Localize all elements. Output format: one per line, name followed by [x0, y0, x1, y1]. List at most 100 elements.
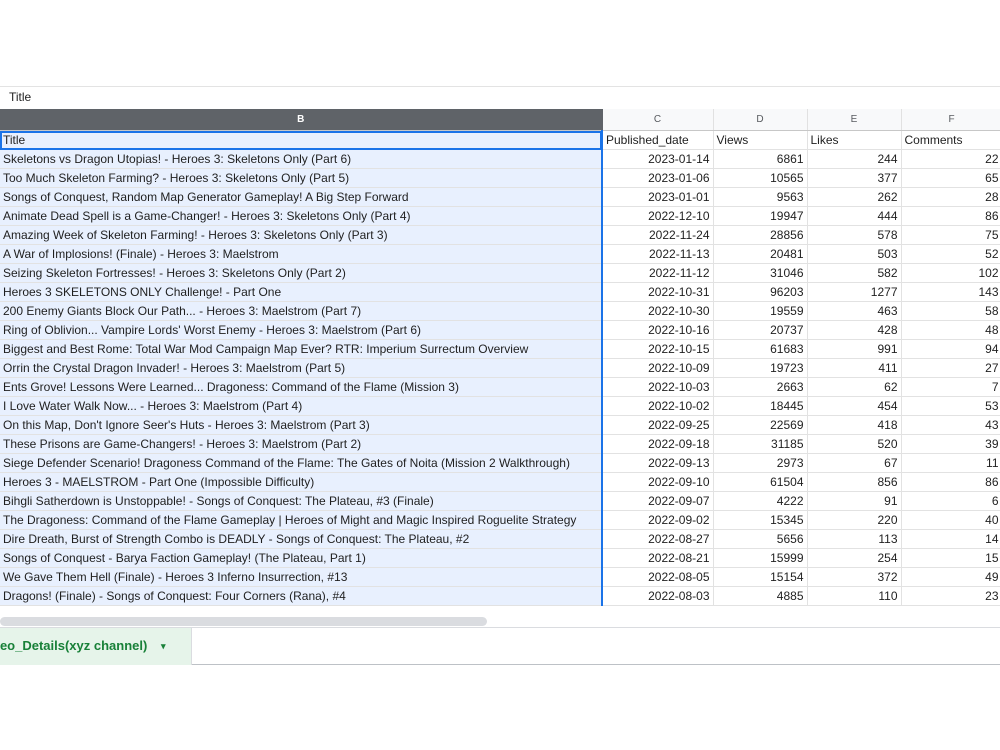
cell-likes[interactable]: 856 [807, 472, 902, 492]
sheet-grid[interactable]: B C D E F Title Published_date Views Lik… [0, 109, 1000, 617]
cell-title[interactable]: I Love Water Walk Now... - Heroes 3: Mae… [0, 396, 603, 416]
cell-published-date[interactable]: 2022-09-10 [602, 472, 714, 492]
cell-comments[interactable]: 22 [901, 149, 1000, 169]
cell-title[interactable]: Dragons! (Finale) - Songs of Conquest: F… [0, 586, 603, 606]
cell-likes[interactable]: 454 [807, 396, 902, 416]
cell-likes[interactable]: 91 [807, 491, 902, 511]
cell-published-date[interactable]: 2022-09-07 [602, 491, 714, 511]
cell-title[interactable]: Ents Grove! Lessons Were Learned... Drag… [0, 377, 603, 397]
cell-comments[interactable]: 143 [901, 282, 1000, 302]
formula-bar-value[interactable]: Title [9, 90, 31, 104]
cell-comments[interactable]: 23 [901, 586, 1000, 606]
horizontal-scrollbar[interactable] [0, 617, 487, 626]
cell-likes[interactable]: 578 [807, 225, 902, 245]
cell-likes[interactable]: 110 [807, 586, 902, 606]
cell-views[interactable]: 2973 [713, 453, 808, 473]
dropdown-caret-icon[interactable]: ▾ [161, 641, 166, 652]
cell-views[interactable]: 9563 [713, 187, 808, 207]
cell-title[interactable]: Bihgli Satherdown is Unstoppable! - Song… [0, 491, 603, 511]
cell-comments[interactable]: 53 [901, 396, 1000, 416]
cell-published-date[interactable]: 2022-10-30 [602, 301, 714, 321]
cell-comments[interactable]: 86 [901, 206, 1000, 226]
cell-views[interactable]: 61504 [713, 472, 808, 492]
cell-published-date[interactable]: 2022-08-21 [602, 548, 714, 568]
cell-comments[interactable]: 65 [901, 168, 1000, 188]
column-header-f[interactable]: F [901, 109, 1000, 131]
sheet-tab-video-details[interactable]: deo_Details(xyz channel) ▾ [0, 628, 192, 665]
cell-comments[interactable]: 52 [901, 244, 1000, 264]
cell-comments[interactable]: 75 [901, 225, 1000, 245]
cell-title[interactable]: 200 Enemy Giants Block Our Path... - Her… [0, 301, 603, 321]
cell-likes[interactable]: 62 [807, 377, 902, 397]
cell-published-date[interactable]: 2022-08-27 [602, 529, 714, 549]
cell-comments[interactable]: 49 [901, 567, 1000, 587]
cell-title[interactable]: Dire Dreath, Burst of Strength Combo is … [0, 529, 603, 549]
cell-title[interactable]: Biggest and Best Rome: Total War Mod Cam… [0, 339, 603, 359]
cell-published-date[interactable]: 2022-10-09 [602, 358, 714, 378]
cell-views[interactable]: 15345 [713, 510, 808, 530]
cell-likes[interactable]: 520 [807, 434, 902, 454]
cell-title[interactable]: Siege Defender Scenario! Dragoness Comma… [0, 453, 603, 473]
cell-views[interactable]: 96203 [713, 282, 808, 302]
cell-published-date[interactable]: 2023-01-01 [602, 187, 714, 207]
cell-comments[interactable]: 28 [901, 187, 1000, 207]
cell-likes[interactable]: 262 [807, 187, 902, 207]
cell-title[interactable]: Seizing Skeleton Fortresses! - Heroes 3:… [0, 263, 603, 283]
cell-title[interactable]: Songs of Conquest, Random Map Generator … [0, 187, 603, 207]
cell-published-date[interactable]: 2022-10-31 [602, 282, 714, 302]
cell-views[interactable]: 31185 [713, 434, 808, 454]
cell-likes[interactable]: 377 [807, 168, 902, 188]
header-cell-likes[interactable]: Likes [807, 130, 902, 150]
cell-likes[interactable]: 444 [807, 206, 902, 226]
cell-published-date[interactable]: 2022-09-18 [602, 434, 714, 454]
cell-comments[interactable]: 6 [901, 491, 1000, 511]
cell-views[interactable]: 2663 [713, 377, 808, 397]
cell-views[interactable]: 20737 [713, 320, 808, 340]
cell-published-date[interactable]: 2022-10-15 [602, 339, 714, 359]
cell-title[interactable]: The Dragoness: Command of the Flame Game… [0, 510, 603, 530]
cell-comments[interactable]: 27 [901, 358, 1000, 378]
cell-published-date[interactable]: 2022-11-12 [602, 263, 714, 283]
cell-views[interactable]: 28856 [713, 225, 808, 245]
cell-published-date[interactable]: 2022-09-02 [602, 510, 714, 530]
cell-published-date[interactable]: 2022-11-24 [602, 225, 714, 245]
cell-published-date[interactable]: 2022-10-16 [602, 320, 714, 340]
cell-title[interactable]: A War of Implosions! (Finale) - Heroes 3… [0, 244, 603, 264]
cell-views[interactable]: 18445 [713, 396, 808, 416]
cell-published-date[interactable]: 2022-08-03 [602, 586, 714, 606]
cell-title[interactable]: Too Much Skeleton Farming? - Heroes 3: S… [0, 168, 603, 188]
cell-published-date[interactable]: 2023-01-06 [602, 168, 714, 188]
cell-published-date[interactable]: 2022-08-05 [602, 567, 714, 587]
cell-comments[interactable]: 40 [901, 510, 1000, 530]
cell-views[interactable]: 4222 [713, 491, 808, 511]
header-cell-title[interactable]: Title [0, 130, 603, 150]
cell-title[interactable]: Songs of Conquest - Barya Faction Gamepl… [0, 548, 603, 568]
cell-likes[interactable]: 411 [807, 358, 902, 378]
cell-likes[interactable]: 67 [807, 453, 902, 473]
cell-comments[interactable]: 11 [901, 453, 1000, 473]
cell-comments[interactable]: 39 [901, 434, 1000, 454]
cell-likes[interactable]: 244 [807, 149, 902, 169]
cell-title[interactable]: On this Map, Don't Ignore Seer's Huts - … [0, 415, 603, 435]
column-header-d[interactable]: D [713, 109, 808, 131]
cell-views[interactable]: 5656 [713, 529, 808, 549]
cell-published-date[interactable]: 2022-12-10 [602, 206, 714, 226]
cell-published-date[interactable]: 2022-10-02 [602, 396, 714, 416]
cell-title[interactable]: Heroes 3 - MAELSTROM - Part One (Impossi… [0, 472, 603, 492]
formula-bar[interactable]: Title [0, 86, 1000, 108]
cell-comments[interactable]: 48 [901, 320, 1000, 340]
column-header-e[interactable]: E [807, 109, 902, 131]
cell-likes[interactable]: 220 [807, 510, 902, 530]
cell-comments[interactable]: 102 [901, 263, 1000, 283]
cell-comments[interactable]: 94 [901, 339, 1000, 359]
cell-views[interactable]: 31046 [713, 263, 808, 283]
cell-published-date[interactable]: 2022-09-13 [602, 453, 714, 473]
cell-views[interactable]: 22569 [713, 415, 808, 435]
cell-views[interactable]: 10565 [713, 168, 808, 188]
cell-views[interactable]: 61683 [713, 339, 808, 359]
cell-comments[interactable]: 15 [901, 548, 1000, 568]
cell-published-date[interactable]: 2022-09-25 [602, 415, 714, 435]
cell-views[interactable]: 19947 [713, 206, 808, 226]
cell-title[interactable]: These Prisons are Game-Changers! - Heroe… [0, 434, 603, 454]
cell-published-date[interactable]: 2023-01-14 [602, 149, 714, 169]
